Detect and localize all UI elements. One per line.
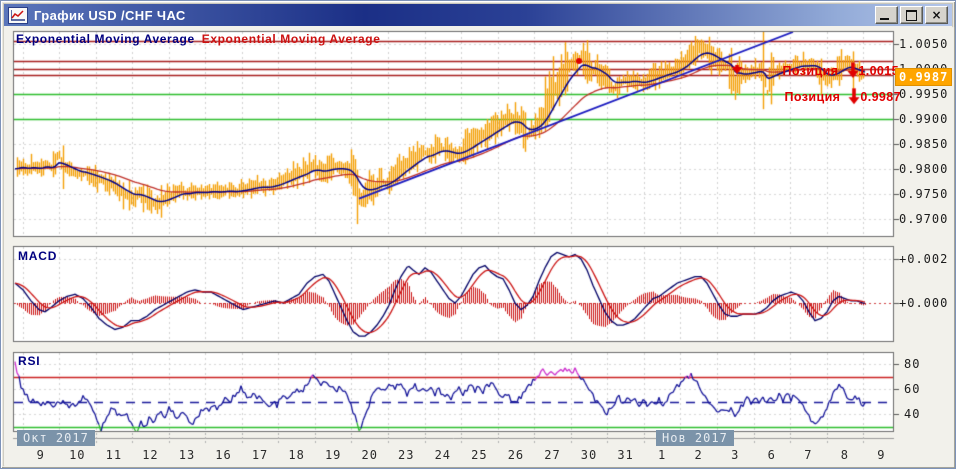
date-label: 30 <box>580 448 598 462</box>
macd-panel-label: MACD <box>18 249 58 263</box>
window-controls: × <box>875 6 948 24</box>
date-label: 10 <box>69 448 86 462</box>
rsi-tick: 80 <box>904 357 921 371</box>
date-label: 27 <box>544 448 561 462</box>
maximize-button[interactable] <box>900 6 923 24</box>
date-label: 26 <box>507 448 525 462</box>
minimize-icon <box>880 18 889 20</box>
close-icon: × <box>931 8 942 22</box>
price-tick: 0.9700 <box>899 212 949 226</box>
close-button[interactable]: × <box>925 6 948 24</box>
position-label-1: Позиция 1.0015 <box>783 64 899 78</box>
window-title: График USD /CHF ЧАС <box>34 7 186 23</box>
macd-tick: +0.002 <box>899 252 949 266</box>
date-label: 13 <box>178 448 196 462</box>
chart-window: График USD /CHF ЧАС × Exponential Moving… <box>0 0 956 469</box>
position-2-word: Позиция <box>784 90 841 104</box>
date-label: 16 <box>215 448 232 462</box>
month-badge: Нов 2017 <box>656 430 734 446</box>
ema-legend: Exponential Moving Average Exponential M… <box>16 32 381 46</box>
ema-legend-2: Exponential Moving Average <box>201 32 381 46</box>
month-badge: Окт 2017 <box>17 430 95 446</box>
date-label: 20 <box>361 448 378 462</box>
date-label: 1 <box>658 448 667 462</box>
date-label: 7 <box>804 448 813 462</box>
chart-icon <box>8 6 28 24</box>
date-label: 12 <box>142 448 159 462</box>
position-label-2: Позиция 0.9987 <box>785 90 901 104</box>
position-1-word: Позиция <box>782 64 839 78</box>
rsi-tick: 40 <box>904 407 921 421</box>
current-price-badge: 0.9987 <box>895 68 953 86</box>
title-bar[interactable]: График USD /CHF ЧАС × <box>4 4 952 26</box>
price-tick: 0.9850 <box>899 137 949 151</box>
date-label: 2 <box>694 448 703 462</box>
price-tick: 0.9750 <box>899 187 949 201</box>
position-2-value: 0.9987 <box>860 90 901 104</box>
price-tick: 0.9950 <box>899 87 949 101</box>
rsi-panel-label: RSI <box>18 354 41 368</box>
date-label: 17 <box>251 448 269 462</box>
date-label: 25 <box>471 448 488 462</box>
date-label: 6 <box>767 448 776 462</box>
date-label: 8 <box>840 448 849 462</box>
date-label: 23 <box>398 448 415 462</box>
date-label: 24 <box>434 448 452 462</box>
maximize-icon <box>906 9 917 21</box>
macd-tick: +0.000 <box>899 296 949 310</box>
date-label: 9 <box>877 448 886 462</box>
rsi-tick: 60 <box>904 382 921 396</box>
price-tick: 0.9900 <box>899 112 949 126</box>
price-tick: 0.9800 <box>899 162 949 176</box>
price-tick: 1.0050 <box>899 37 949 51</box>
ema-legend-1: Exponential Moving Average <box>16 32 195 46</box>
date-label: 11 <box>105 448 123 462</box>
position-1-value: 1.0015 <box>858 64 899 78</box>
date-label: 19 <box>324 448 342 462</box>
date-label: 3 <box>731 448 740 462</box>
minimize-button[interactable] <box>875 6 898 24</box>
date-label: 31 <box>617 448 634 462</box>
date-label: 18 <box>288 448 305 462</box>
date-label: 9 <box>36 448 45 462</box>
